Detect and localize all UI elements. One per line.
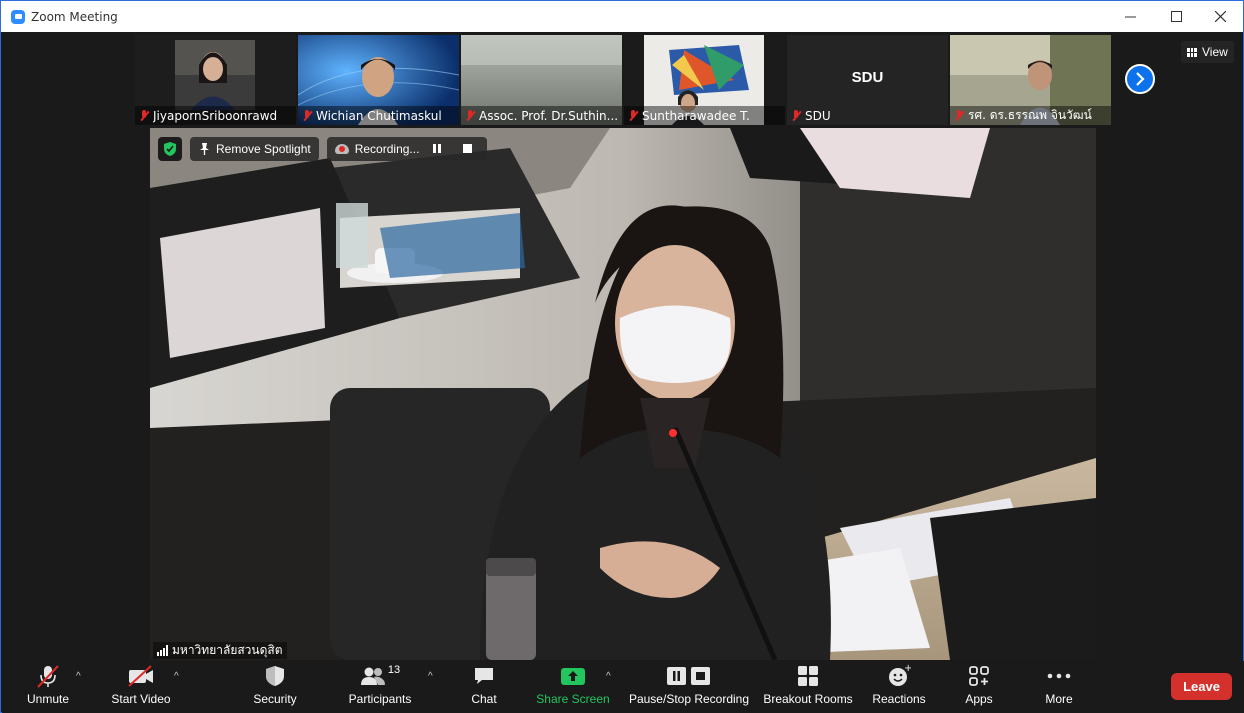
chat-label: Chat [471,692,497,706]
participant-name: Wichian Chutimaskul [316,108,442,123]
muted-mic-icon [465,109,475,122]
participant-placeholder-label: SDU [851,69,884,86]
zoom-app-icon [11,9,25,24]
participant-tile[interactable]: Assoc. Prof. Dr.Suthin... [461,35,622,125]
more-label: More [1045,692,1073,706]
participant-tile[interactable]: Wichian Chutimaskul [298,35,459,125]
audio-options-caret[interactable]: ^ [76,671,81,682]
stop-recording-button[interactable] [455,137,479,161]
reactions-label: Reactions [872,692,926,706]
start-video-label: Start Video [111,692,171,706]
more-dots-icon [1047,661,1071,691]
grid-view-icon [1187,47,1197,57]
more-button[interactable]: More [1040,661,1078,713]
start-video-button[interactable]: Start Video [108,661,174,713]
shield-icon [265,661,285,691]
participant-name: JiyapornSriboonrawd [153,108,278,123]
pause-stop-recording-label: Pause/Stop Recording [628,692,750,706]
participant-name-bar: รศ. ดร.ธรรณพ จินวัฒน์ [950,106,1111,125]
muted-mic-icon [954,109,964,122]
muted-mic-icon [302,109,312,122]
participant-tile[interactable]: รศ. ดร.ธรรณพ จินวัฒน์ [950,35,1111,125]
close-window-button[interactable] [1197,1,1243,32]
participants-label: Participants [348,692,412,706]
participant-name-bar: Assoc. Prof. Dr.Suthin... [461,106,622,125]
participants-icon: 13 [360,661,400,691]
participant-name: Suntharawadee T. [642,108,750,123]
reactions-button[interactable]: + Reactions [870,661,928,713]
participant-name: Assoc. Prof. Dr.Suthin... [479,108,619,123]
title-bar: Zoom Meeting [1,1,1243,32]
view-button[interactable]: View [1181,41,1234,63]
participant-name-bar: Suntharawadee T. [624,106,785,125]
apps-icon [968,661,990,691]
share-screen-button[interactable]: Share Screen [536,661,610,713]
svg-text:+: + [904,664,911,674]
window-title: Zoom Meeting [31,9,118,24]
maximize-icon [1170,11,1182,22]
chat-icon [473,661,495,691]
participant-tile[interactable]: Suntharawadee T. [624,35,785,125]
participants-button[interactable]: 13 Participants [346,661,414,713]
remove-spotlight-label: Remove Spotlight [216,141,311,156]
breakout-rooms-label: Breakout Rooms [763,692,853,706]
participant-name-bar: JiyapornSriboonrawd [135,106,296,125]
participant-thumbnail-strip: JiyapornSriboonrawd Wichian Chutimaskul [135,35,1113,125]
speaker-video-frame [150,128,1096,660]
pin-icon [200,142,209,155]
apps-label: Apps [965,692,993,706]
pause-recording-button[interactable] [425,137,449,161]
video-options-caret[interactable]: ^ [174,671,179,682]
speaker-name-label: มหาวิทยาลัยสวนดุสิต [153,642,287,659]
muted-mic-icon [139,109,149,122]
zoom-window: Zoom Meeting JiyapornSriboonrawd Wichian… [0,0,1244,713]
encryption-shield-icon[interactable] [158,136,182,161]
participant-name: SDU [805,108,831,123]
recording-indicator: Recording... [326,136,488,161]
video-overlay-controls: Remove Spotlight Recording... [158,136,488,161]
breakout-rooms-button[interactable]: Breakout Rooms [762,661,854,713]
muted-mic-icon [628,109,638,122]
pause-stop-recording-button[interactable]: Pause/Stop Recording [628,661,750,713]
security-label: Security [253,692,297,706]
leave-button[interactable]: Leave [1171,673,1232,700]
minimize-icon [1124,16,1136,18]
share-options-caret[interactable]: ^ [606,671,611,682]
participant-tile[interactable]: JiyapornSriboonrawd [135,35,296,125]
view-label: View [1202,45,1228,59]
recording-label: Recording... [354,141,420,156]
chat-button[interactable]: Chat [466,661,502,713]
share-screen-icon [561,661,585,691]
participant-name: รศ. ดร.ธรรณพ จินวัฒน์ [968,108,1092,122]
security-button[interactable]: Security [248,661,302,713]
unmute-label: Unmute [26,692,70,706]
reactions-smiley-icon: + [887,661,911,691]
meeting-toolbar: Unmute ^ Start Video ^ Security 13 Parti… [2,661,1244,713]
participant-tile[interactable]: SDU SDU [787,35,948,125]
apps-button[interactable]: Apps [960,661,998,713]
pause-icon [433,144,442,153]
recording-controls-icon [666,661,712,691]
spotlight-video [150,128,1096,660]
cloud-recording-icon [334,143,349,154]
close-icon [1214,11,1226,22]
connection-signal-icon [157,645,168,656]
participants-options-caret[interactable]: ^ [428,671,433,682]
minimize-button[interactable] [1107,1,1153,32]
speaker-name: มหาวิทยาลัยสวนดุสิต [172,643,283,657]
next-page-button[interactable] [1125,64,1155,94]
stop-icon [462,144,472,153]
share-screen-label: Share Screen [536,692,610,706]
breakout-rooms-icon [797,661,819,691]
remove-spotlight-button[interactable]: Remove Spotlight [190,136,319,161]
participant-name-bar: SDU [787,106,948,125]
participants-count: 13 [387,664,401,676]
participant-name-bar: Wichian Chutimaskul [298,106,459,125]
video-off-icon [127,661,155,691]
chevron-right-icon [1136,72,1145,86]
maximize-button[interactable] [1153,1,1199,32]
muted-mic-icon [35,661,61,691]
unmute-button[interactable]: Unmute [22,661,74,713]
muted-mic-icon [791,109,801,122]
